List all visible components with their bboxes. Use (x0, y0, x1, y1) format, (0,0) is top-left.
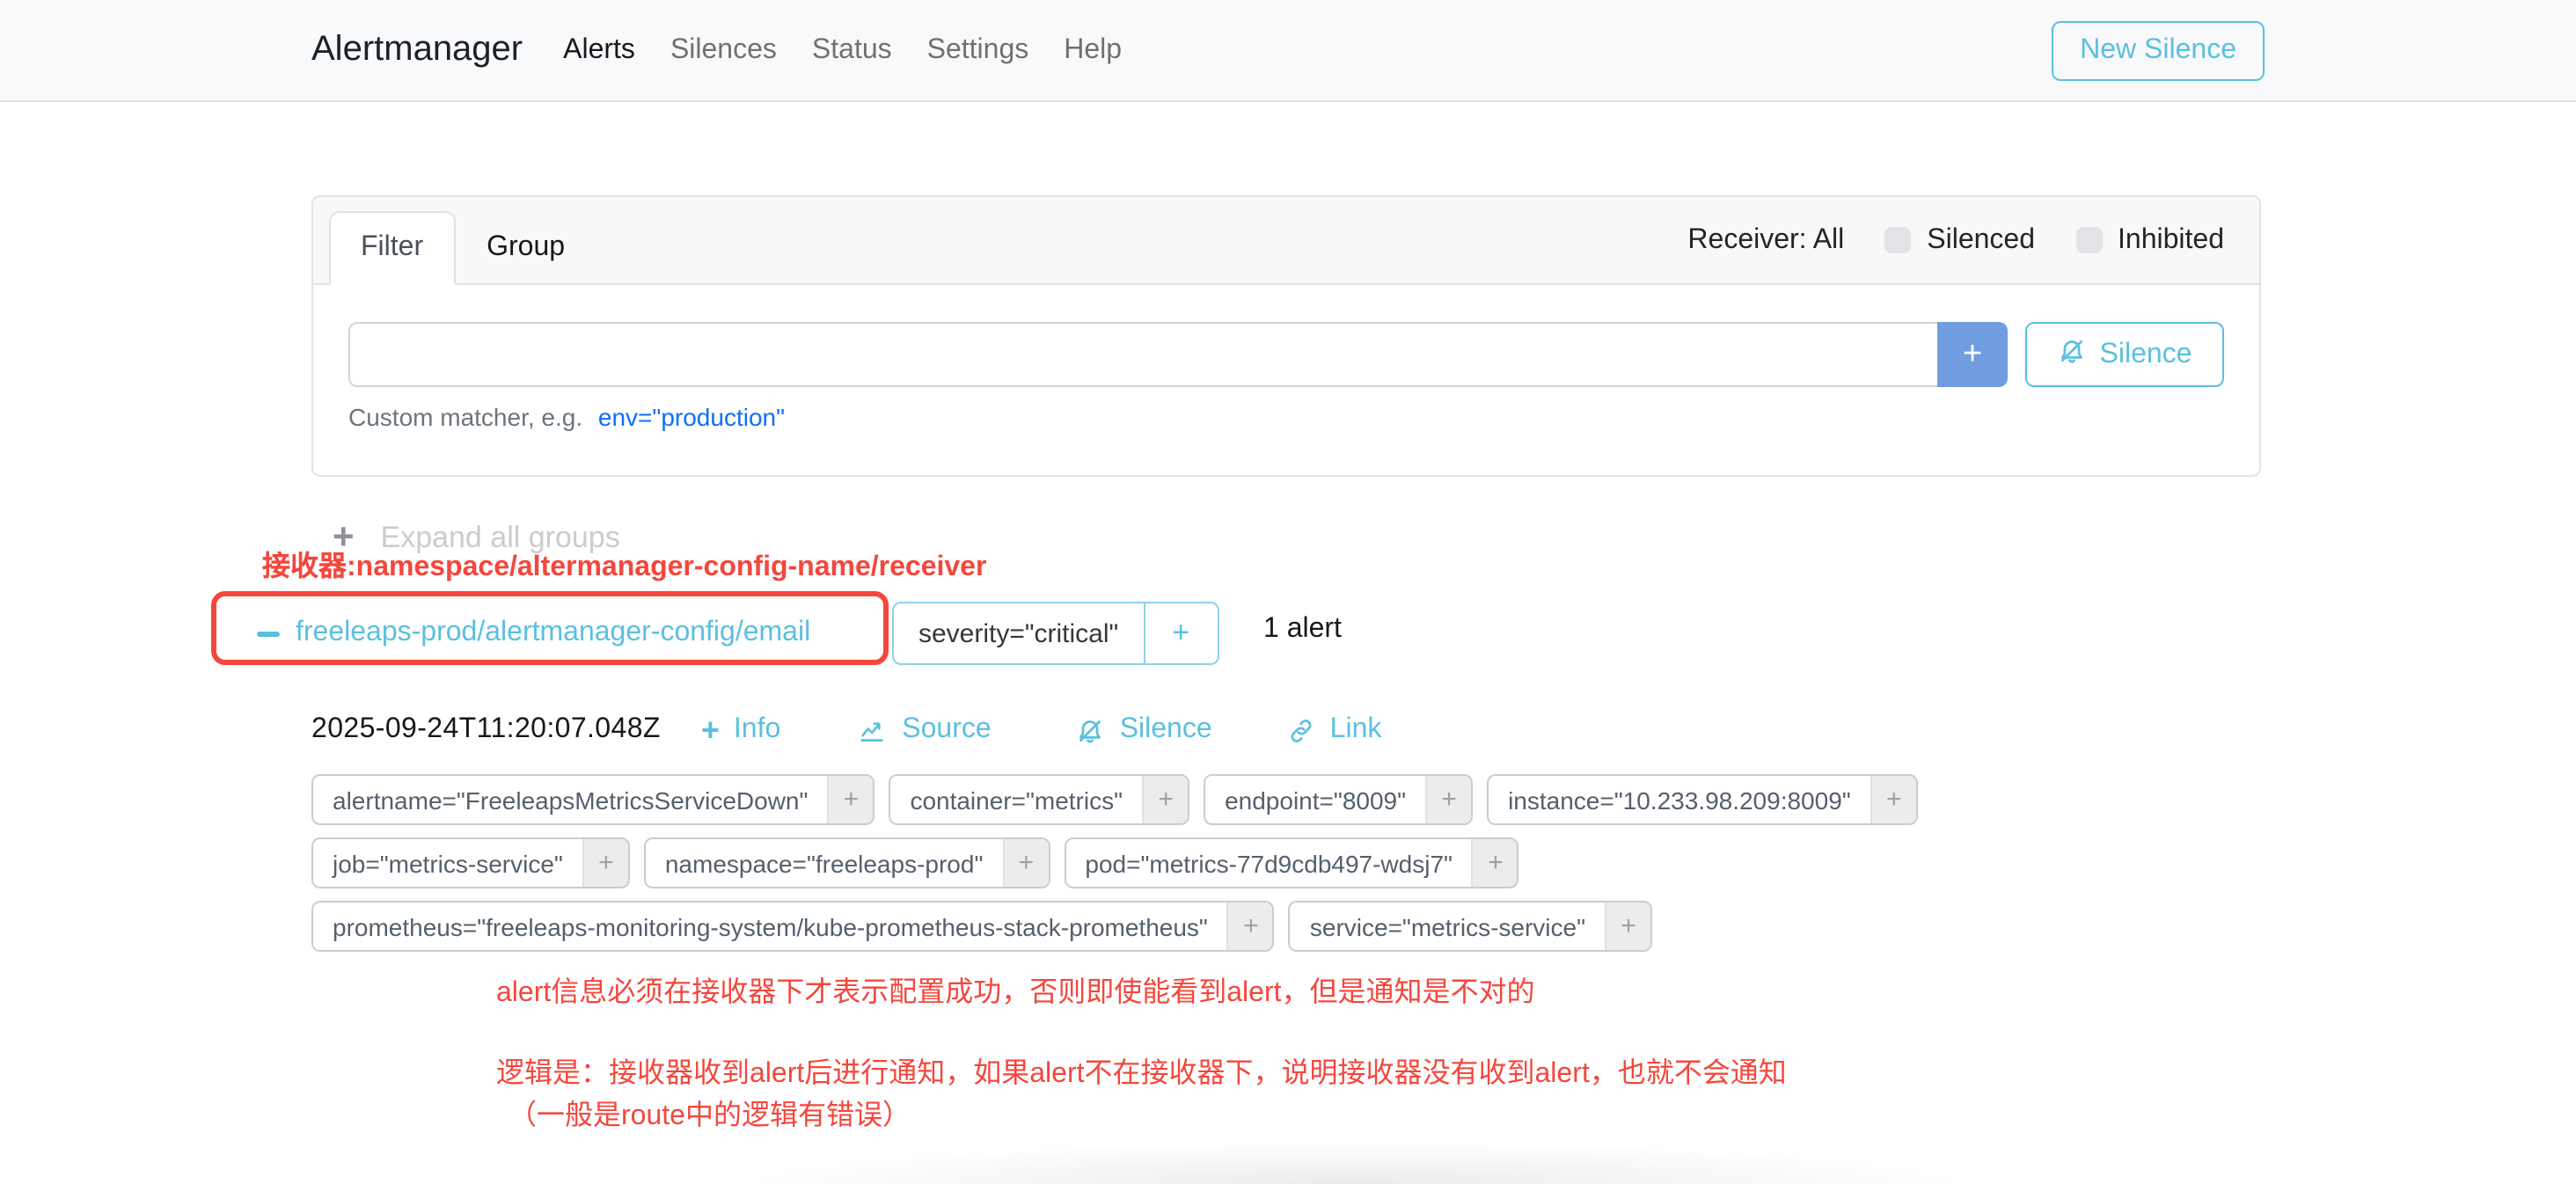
silence-button[interactable]: Silence (2025, 322, 2224, 387)
label-value[interactable]: endpoint="8009" (1205, 776, 1425, 823)
alert-silence-button[interactable]: Silence (1076, 714, 1212, 746)
add-matcher-button[interactable]: + (1937, 322, 2008, 387)
annotation-receiver-note: 接收器:namespace/altermanager-config-name/r… (262, 542, 986, 584)
alert-link-label: Link (1330, 714, 1382, 746)
silenced-checkbox[interactable] (1884, 227, 1911, 253)
new-silence-button[interactable]: New Silence (2052, 20, 2265, 80)
link-icon (1286, 715, 1316, 745)
receiver-filter[interactable]: Receiver: All (1687, 224, 1844, 256)
tab-filter[interactable]: Filter (329, 211, 455, 285)
label-button: endpoint="8009" + (1204, 774, 1473, 825)
annotation-logic-note: 逻辑是：接收器收到alert后进行通知，如果alert不在接收器下，说明接收器没… (496, 1049, 1787, 1091)
inhibited-label: Inhibited (2118, 224, 2224, 256)
label-add-button[interactable]: + (1142, 776, 1188, 823)
alert-block: 2025-09-24T11:20:07.048Z + Info Source (311, 714, 2268, 952)
filter-card-body: + Silence Custom matcher, e.g. (313, 285, 2259, 431)
receiver-group-link[interactable]: freeleaps-prod/alertmanager-config/email (257, 602, 810, 665)
alert-source-link[interactable]: Source (854, 714, 991, 746)
plus-icon: + (701, 714, 720, 746)
label-value[interactable]: instance="10.233.98.209:8009" (1489, 776, 1870, 823)
label-button: service="metrics-service" + (1289, 901, 1652, 952)
alert-labels: alertname="FreeleapsMetricsServiceDown" … (311, 774, 2268, 952)
alert-info-label: Info (734, 714, 780, 746)
matcher-row: + Silence (348, 322, 2224, 387)
helper-example-link[interactable]: env="production" (598, 403, 785, 431)
plus-icon: + (1172, 616, 1189, 651)
label-add-button[interactable]: + (1227, 903, 1273, 950)
nav-item-help[interactable]: Help (1046, 34, 1139, 66)
silenced-checkbox-item[interactable]: Silenced (1884, 224, 2035, 256)
silence-button-label: Silence (2100, 339, 2192, 370)
label-add-button[interactable]: + (1605, 903, 1650, 950)
receiver-group-name: freeleaps-prod/alertmanager-config/email (296, 618, 810, 649)
navbar: Alertmanager Alerts Silences Status Sett… (0, 0, 2576, 102)
nav-item-silences[interactable]: Silences (653, 34, 794, 66)
inhibited-checkbox-item[interactable]: Inhibited (2075, 224, 2224, 256)
label-add-button[interactable]: + (1870, 776, 1916, 823)
label-button: prometheus="freeleaps-monitoring-system/… (311, 901, 1275, 952)
alert-source-label: Source (902, 714, 991, 746)
annotation-alert-note: alert信息必须在接收器下才表示配置成功，否则即使能看到alert，但是通知是… (496, 968, 1535, 1010)
nav-links: Alerts Silences Status Settings Help (545, 34, 1139, 66)
label-button: instance="10.233.98.209:8009" + (1487, 774, 1918, 825)
navbar-inner: Alertmanager Alerts Silences Status Sett… (311, 0, 2265, 100)
label-button: job="metrics-service" + (311, 837, 630, 888)
label-value[interactable]: namespace="freeleaps-prod" (646, 839, 1003, 887)
filter-card: Filter Group Receiver: All Silenced Inhi… (311, 195, 2261, 477)
matcher-input[interactable] (348, 322, 1937, 387)
nav-item-status[interactable]: Status (794, 34, 910, 66)
label-button: namespace="freeleaps-prod" + (644, 837, 1050, 888)
group-matcher-button-group: severity="critical" + (892, 602, 1218, 665)
bottom-shade (581, 1124, 2129, 1184)
chart-line-icon (854, 715, 888, 745)
inhibited-checkbox[interactable] (2075, 227, 2102, 253)
label-value[interactable]: pod="metrics-77d9cdb497-wdsj7" (1065, 839, 1472, 887)
label-button: pod="metrics-77d9cdb497-wdsj7" + (1064, 837, 1519, 888)
alert-link-button[interactable]: Link (1286, 714, 1382, 746)
alert-info-button[interactable]: + Info (701, 714, 780, 746)
label-row: job="metrics-service" + namespace="freel… (311, 837, 1519, 888)
label-add-button[interactable]: + (827, 776, 873, 823)
alert-header: 2025-09-24T11:20:07.048Z + Info Source (311, 714, 2268, 746)
helper-text: Custom matcher, e.g. (348, 403, 582, 431)
collapse-icon (257, 631, 280, 636)
label-add-button[interactable]: + (1002, 839, 1048, 887)
bell-slash-icon (1076, 715, 1106, 745)
group-matcher-add-button[interactable]: + (1143, 602, 1218, 665)
bell-slash-icon (2058, 335, 2088, 374)
label-button: container="metrics" + (889, 774, 1189, 825)
label-row: prometheus="freeleaps-monitoring-system/… (311, 901, 1652, 952)
page: Alertmanager Alerts Silences Status Sett… (0, 0, 2576, 1184)
nav-item-alerts[interactable]: Alerts (545, 34, 653, 66)
label-add-button[interactable]: + (582, 839, 628, 887)
label-add-button[interactable]: + (1425, 776, 1471, 823)
label-value[interactable]: prometheus="freeleaps-monitoring-system/… (313, 903, 1227, 950)
label-add-button[interactable]: + (1472, 839, 1518, 887)
nav-item-settings[interactable]: Settings (910, 34, 1047, 66)
label-row: alertname="FreeleapsMetricsServiceDown" … (311, 774, 1918, 825)
alert-timestamp: 2025-09-24T11:20:07.048Z (311, 714, 661, 746)
filter-card-header: Filter Group Receiver: All Silenced Inhi… (313, 197, 2259, 285)
label-value[interactable]: container="metrics" (890, 776, 1142, 823)
silenced-label: Silenced (1927, 224, 2035, 256)
matcher-helper: Custom matcher, e.g. env="production" (348, 403, 2224, 431)
label-value[interactable]: alertname="FreeleapsMetricsServiceDown" (313, 776, 827, 823)
alert-count: 1 alert (1263, 614, 1342, 646)
matcher-input-group: + (348, 322, 2008, 387)
label-button: alertname="FreeleapsMetricsServiceDown" … (311, 774, 875, 825)
group-matcher-button[interactable]: severity="critical" (892, 602, 1143, 665)
label-value[interactable]: service="metrics-service" (1291, 903, 1605, 950)
filter-header-controls: Receiver: All Silenced Inhibited (1687, 224, 2224, 256)
alert-silence-label: Silence (1120, 714, 1212, 746)
tab-group[interactable]: Group (455, 211, 596, 285)
plus-icon: + (1963, 338, 1982, 371)
app-brand[interactable]: Alertmanager (311, 30, 523, 70)
annotation-logic-note-2: （一般是route中的逻辑有错误） (509, 1091, 911, 1133)
label-value[interactable]: job="metrics-service" (313, 839, 582, 887)
filter-tabs: Filter Group (329, 211, 596, 285)
